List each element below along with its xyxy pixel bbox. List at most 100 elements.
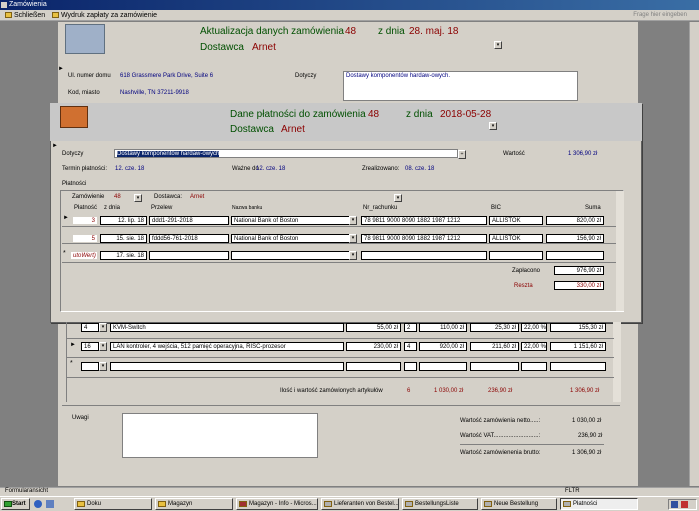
- start-button[interactable]: Start: [1, 498, 30, 510]
- new-bank-select[interactable]: [231, 251, 357, 260]
- order-date-label: z dnia: [378, 26, 405, 37]
- payment-number-cell[interactable]: 5: [72, 234, 98, 243]
- valid-label: Ważne do: [232, 166, 259, 172]
- city-value: Nashville, TN 37211-9918: [120, 90, 189, 96]
- new-item-gross[interactable]: [550, 362, 606, 371]
- item-gross[interactable]: 1 151,60 zł: [550, 342, 606, 351]
- new-item-net[interactable]: [419, 362, 467, 371]
- calculator-icon: [60, 106, 88, 128]
- order-date: 28. maj. 18: [409, 26, 459, 37]
- notes-field[interactable]: [122, 413, 318, 458]
- item-gross[interactable]: 155,30 zł: [550, 323, 606, 332]
- new-item-qty[interactable]: [404, 362, 417, 371]
- item-dropdown-button[interactable]: ▾: [99, 342, 107, 351]
- item-quantity-select[interactable]: 4: [81, 323, 99, 332]
- desktop-quicklaunch-icon[interactable]: [46, 500, 54, 508]
- col-transfer: Przelew: [151, 205, 173, 211]
- new-item-description[interactable]: [110, 362, 344, 371]
- payment-date-cell[interactable]: 15. sie. 18: [100, 234, 147, 243]
- items-net-total: 1 030,00 zł: [434, 388, 464, 394]
- items-scrollbar[interactable]: [613, 322, 621, 402]
- bank-dropdown-button[interactable]: ▾: [349, 234, 357, 243]
- regarding-field[interactable]: Dostawy komponentów hardaw-owych.: [343, 71, 578, 101]
- col-account: Nr_rachunku: [363, 205, 398, 211]
- item-dropdown-button[interactable]: ▾: [99, 323, 107, 332]
- new-bank-dropdown[interactable]: ▾: [349, 251, 357, 260]
- new-item-vat-percent[interactable]: [521, 362, 547, 371]
- item-description[interactable]: LAN kontroler, 4 wejścia, 512 pamięć ope…: [110, 342, 344, 351]
- help-search-input[interactable]: Frage hier eingeben: [633, 10, 687, 21]
- divider: [460, 444, 604, 445]
- taskbar-item[interactable]: Lieferanten von Bestel...: [321, 498, 399, 510]
- bank-dropdown-button[interactable]: ▾: [349, 216, 357, 225]
- bic-cell[interactable]: ALLISTOK: [489, 234, 543, 243]
- transfer-cell[interactable]: ddd1-291-2018: [149, 216, 229, 225]
- divider: [66, 377, 614, 378]
- item-net[interactable]: 110,00 zł: [419, 323, 467, 332]
- item-vat[interactable]: 25,30 zł: [470, 323, 519, 332]
- city-label: Kod, miasto: [68, 90, 100, 96]
- close-menu-item[interactable]: Schließen: [5, 10, 45, 21]
- transfer-cell[interactable]: fddd56-761-2018: [149, 234, 229, 243]
- new-sum-cell[interactable]: [546, 251, 604, 260]
- form-icon: [484, 501, 492, 507]
- tray-icon[interactable]: [681, 501, 688, 508]
- tray-icon[interactable]: [671, 501, 678, 508]
- taskbar-item[interactable]: Doku: [74, 498, 152, 510]
- new-bic-cell[interactable]: [489, 251, 543, 260]
- account-cell[interactable]: 78 9811 9000 8090 1882 1987 1212: [361, 234, 487, 243]
- print-menu-item[interactable]: Wydruk zapłaty za zamówienie: [52, 10, 157, 21]
- item-description[interactable]: KVM-Switch: [110, 323, 344, 332]
- taskbar-item[interactable]: BestellungsListe: [402, 498, 478, 510]
- new-account-cell[interactable]: [361, 251, 487, 260]
- windows-icon: [4, 501, 12, 507]
- taskbar-item-active[interactable]: Płatności: [560, 498, 638, 510]
- item-net[interactable]: 920,00 zł: [419, 342, 467, 351]
- window-title: Zamówienia: [9, 1, 47, 8]
- item-price[interactable]: 55,00 zł: [346, 323, 401, 332]
- new-payment-date[interactable]: 17. sie. 18: [100, 251, 147, 260]
- bic-cell[interactable]: ALLISTOK: [489, 216, 543, 225]
- new-transfer-cell[interactable]: [149, 251, 229, 260]
- col-bic: BIC: [491, 205, 502, 211]
- menu-bar: Schließen Wydruk zapłaty za zamówienie: [0, 10, 699, 21]
- payment-number-cell[interactable]: 3: [72, 216, 98, 225]
- item-qty[interactable]: 4: [404, 342, 417, 351]
- item-vat-percent[interactable]: 22,00 %: [521, 342, 547, 351]
- bank-select[interactable]: National Bank of Boston: [231, 234, 357, 243]
- new-item-vat[interactable]: [470, 362, 519, 371]
- sub-order-dropdown[interactable]: ▾: [134, 194, 142, 202]
- main-scrollbar[interactable]: [689, 22, 699, 486]
- divider: [66, 338, 614, 339]
- realized-label: Zrealizowano:: [362, 166, 400, 172]
- item-vat-percent[interactable]: 22,00 %: [521, 323, 547, 332]
- bank-select[interactable]: National Bank of Boston: [231, 216, 357, 225]
- new-item-quantity-select[interactable]: [81, 362, 99, 371]
- payment-supplier-dropdown[interactable]: ▾: [489, 122, 497, 130]
- taskbar-item[interactable]: Magazyn - Info - Micros...: [236, 498, 318, 510]
- sum-cell[interactable]: 156,90 zł: [546, 234, 604, 243]
- payment-date: 2018-05-28: [440, 109, 492, 120]
- order-title: Aktualizacja danych zamówienia: [200, 26, 344, 37]
- payment-date-cell[interactable]: 12. lip. 18: [100, 216, 147, 225]
- new-payment-number[interactable]: utoWert): [70, 251, 98, 260]
- account-cell[interactable]: 78 9811 9000 8090 1882 1987 1212: [361, 216, 487, 225]
- browser-quicklaunch-icon[interactable]: [34, 500, 42, 508]
- supplier-dropdown-button[interactable]: ▾: [494, 41, 502, 49]
- subform-scrollbar[interactable]: [616, 191, 624, 311]
- sum-cell[interactable]: 820,00 zł: [546, 216, 604, 225]
- new-item-dropdown[interactable]: ▾: [99, 362, 107, 371]
- taskbar-item[interactable]: Neue Bestellung: [481, 498, 557, 510]
- new-item-price[interactable]: [346, 362, 401, 371]
- sub-supplier-dropdown[interactable]: ▾: [394, 194, 402, 202]
- taskbar-item[interactable]: Magazyn: [155, 498, 233, 510]
- new-row-icon: *: [63, 250, 66, 257]
- regarding-spinner[interactable]: ÷: [458, 150, 466, 159]
- sub-order-label: Zamówienie: [72, 194, 105, 200]
- item-qty[interactable]: 2: [404, 323, 417, 332]
- item-vat[interactable]: 211,60 zł: [470, 342, 519, 351]
- item-price[interactable]: 230,00 zł: [346, 342, 401, 351]
- item-quantity-select[interactable]: 16: [81, 342, 99, 351]
- payment-regarding-field[interactable]: Dostawy komponentów hardaw-owych: [114, 149, 458, 158]
- items-footer-label: Ilość i wartość zamówionych artykułów: [280, 388, 383, 394]
